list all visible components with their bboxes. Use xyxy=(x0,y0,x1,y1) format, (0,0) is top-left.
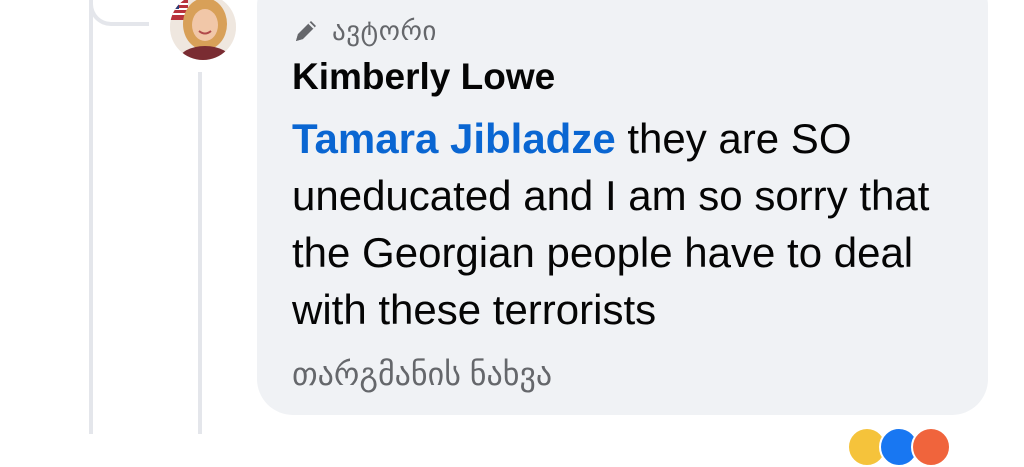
thread-connector-curve xyxy=(89,0,149,26)
thread-line xyxy=(89,0,93,434)
reaction-icons[interactable] xyxy=(847,427,951,467)
reply-thread-line xyxy=(198,72,202,434)
comment-author-name[interactable]: Kimberly Lowe xyxy=(292,56,555,98)
reaction-haha-icon xyxy=(911,427,951,467)
mention-link[interactable]: Tamara Jibladze xyxy=(292,115,616,162)
comment-body: Tamara Jibladze they are SO uneducated a… xyxy=(292,110,972,338)
pencil-icon xyxy=(296,21,316,41)
author-badge: ავტორი xyxy=(290,14,437,48)
author-badge-label: ავტორი xyxy=(332,15,437,46)
avatar-photo xyxy=(170,0,236,60)
avatar[interactable] xyxy=(168,0,238,62)
see-translation-link[interactable]: თარგმანის ნახვა xyxy=(292,355,552,393)
